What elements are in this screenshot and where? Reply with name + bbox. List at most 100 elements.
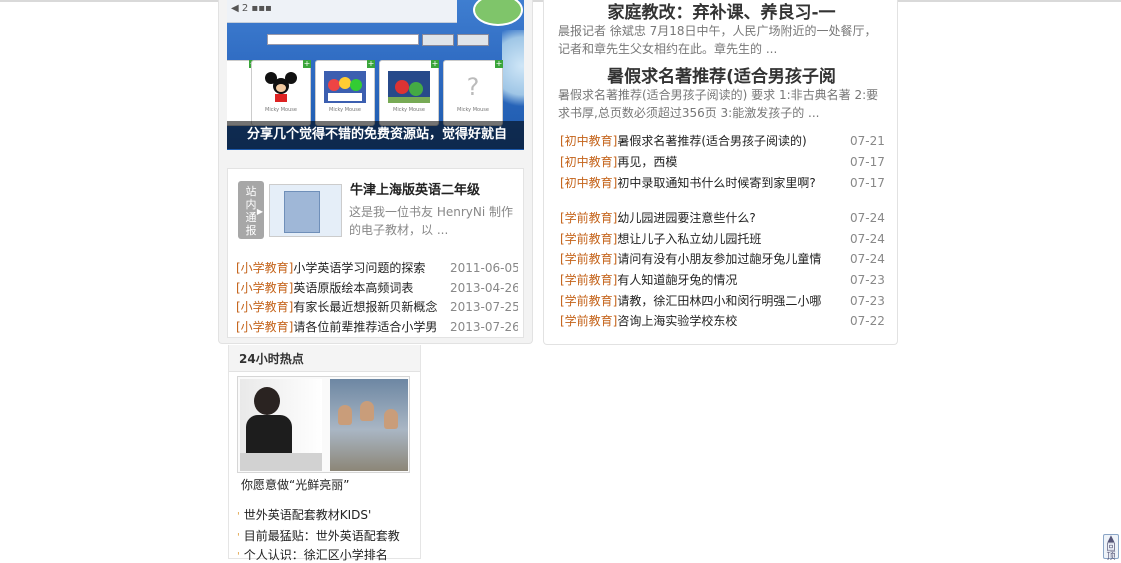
- headline-link[interactable]: 家庭教改：弃补课、养良习-一: [544, 0, 899, 23]
- book-cover-icon: [284, 191, 320, 233]
- article-date: 2013-07-25: [450, 300, 518, 314]
- banner-card: + ? Micky Mouse: [443, 60, 503, 126]
- banner-card: + Micky Mouse: [251, 60, 311, 126]
- article-link[interactable]: 再见，西模: [617, 155, 677, 169]
- category-link[interactable]: [初中教育]: [560, 134, 617, 148]
- category-link[interactable]: [小学教育]: [236, 261, 293, 275]
- hot-24h-panel: 24小时热点 你愿意做“光鲜亮丽” ' 世外英语配套教材KIDS' ' 目前最猛贴：…: [228, 345, 421, 562]
- plus-icon: +: [431, 59, 439, 68]
- child-figure: [338, 405, 352, 425]
- hot-caption-link[interactable]: 你愿意做“光鲜亮丽”: [241, 476, 349, 493]
- category-link[interactable]: [学前教育]: [560, 211, 617, 225]
- category-link[interactable]: [学前教育]: [560, 232, 617, 246]
- list-item: [小学教育]小学英语学习问题的探索 2011-06-05: [236, 258, 518, 278]
- triangle-right-icon: ▶: [256, 207, 263, 216]
- station-notice-badge: 站内通报 ▶: [238, 181, 264, 239]
- plus-icon: +: [303, 59, 311, 68]
- tree-decoration: [502, 30, 524, 120]
- notice-title-link[interactable]: 牛津上海版英语二年级: [350, 179, 480, 198]
- chrome-logo-icon: [473, 0, 523, 26]
- list-item: [小学教育]有家长最近想报新贝新概念 2013-07-25: [236, 297, 518, 317]
- category-link[interactable]: [学前教育]: [560, 294, 617, 308]
- hot-title: 24小时热点: [239, 352, 304, 366]
- article-date: 07-22: [850, 314, 885, 328]
- headline-link[interactable]: 暑假求名著推荐(适合男孩子阅: [544, 62, 899, 87]
- article-date: 07-24: [850, 232, 885, 246]
- headline-summary: 晨报记者 徐斌忠 7月18日中午，人民广场附近的一处餐厅，记者和章先生父女相约在…: [558, 24, 877, 56]
- article-date: 2011-06-05: [450, 261, 518, 275]
- category-link[interactable]: [小学教育]: [236, 300, 293, 314]
- hot-image-link[interactable]: [237, 376, 410, 473]
- back-to-top-button[interactable]: ▲ 回顶: [1103, 534, 1119, 562]
- list-item: [初中教育]暑假求名著推荐(适合男孩子阅读的) 07-21: [560, 131, 890, 151]
- list-item: [小学教育]请各位前辈推荐适合小学男 2013-07-26: [236, 317, 518, 337]
- article-date: 07-23: [850, 273, 885, 287]
- banner-caption-link[interactable]: 分享几个觉得不错的免费资源站，觉得好就自: [227, 121, 524, 149]
- hot-link-text[interactable]: 世外英语配套教材KIDS': [244, 508, 372, 522]
- card-label: Micky Mouse: [457, 107, 489, 113]
- banner-browser-bar: ◀ 2 ▪▪▪: [227, 0, 457, 23]
- category-link[interactable]: [小学教育]: [236, 320, 293, 334]
- article-link[interactable]: 小学英语学习问题的探索: [293, 261, 425, 275]
- category-link[interactable]: [初中教育]: [560, 155, 617, 169]
- article-link[interactable]: 咨询上海实验学校东校: [617, 314, 737, 328]
- list-item: [学前教育]有人知道龅牙兔的情况 07-23: [560, 270, 890, 290]
- article-link[interactable]: 英语原版绘本高频词表: [293, 281, 413, 295]
- hot-list-item[interactable]: ' 目前最猛贴：世外英语配套教: [237, 527, 417, 544]
- station-notice-box: 站内通报 ▶ 牛津上海版英语二年级 这是我一位书友 HenryNi 制作的电子教…: [227, 168, 524, 338]
- list-item: [初中教育]初中录取通知书什么时候寄到家里啊? 07-17: [560, 173, 890, 193]
- article-date: 07-17: [850, 155, 885, 169]
- article-date: 07-23: [850, 294, 885, 308]
- article-link[interactable]: 请教，徐汇田林四小和闵行明强二小哪: [617, 294, 821, 308]
- card-label: Micky Mouse: [393, 107, 425, 113]
- cartoon-group-icon: [324, 71, 366, 103]
- hot-header: 24小时热点: [229, 345, 420, 372]
- article-link[interactable]: 想让儿子入私立幼儿园托班: [617, 232, 761, 246]
- article-date: 2013-07-26: [450, 320, 518, 334]
- category-link[interactable]: [学前教育]: [560, 314, 617, 328]
- plus-icon: +: [495, 59, 503, 68]
- article-link[interactable]: 请问有没有小朋友参加过龅牙兔儿童情: [617, 252, 821, 266]
- category-link[interactable]: [初中教育]: [560, 176, 617, 190]
- list-item: [初中教育]再见，西模 07-17: [560, 152, 890, 172]
- article-link[interactable]: 请各位前辈推荐适合小学男: [293, 320, 437, 334]
- plus-icon: +: [367, 59, 375, 68]
- category-link[interactable]: [学前教育]: [560, 252, 617, 266]
- card-label: Micky Mouse: [329, 107, 361, 113]
- article-link[interactable]: 暑假求名著推荐(适合男孩子阅读的): [617, 134, 806, 148]
- article-link[interactable]: 有家长最近想报新贝新概念: [293, 300, 437, 314]
- right-column-panel: 家庭教改：弃补课、养良习-一 晨报记者 徐斌忠 7月18日中午，人民广场附近的一…: [543, 0, 898, 345]
- back-to-top-label: 回顶: [1106, 543, 1116, 562]
- notice-thumbnail[interactable]: [269, 184, 342, 237]
- article-date: 07-24: [850, 211, 885, 225]
- list-item: [学前教育]请问有没有小朋友参加过龅牙兔儿童情 07-24: [560, 249, 890, 269]
- banner-slideshow[interactable]: ◀ 2 ▪▪▪ + + Micky Mouse + Micky: [227, 0, 524, 150]
- banner-card: + Micky Mouse: [379, 60, 439, 126]
- classroom-photo: [330, 379, 408, 471]
- hot-link-text[interactable]: 个人认识：徐汇区小学排名: [244, 548, 388, 562]
- banner-search-box: [267, 34, 419, 45]
- hot-list-item[interactable]: ' 世外英语配套教材KIDS': [237, 506, 417, 523]
- child-figure: [360, 401, 374, 421]
- category-link[interactable]: [小学教育]: [236, 281, 293, 295]
- category-link[interactable]: [学前教育]: [560, 273, 617, 287]
- list-item: [小学教育]英语原版绘本高频词表 2013-04-26: [236, 278, 518, 298]
- article-link[interactable]: 有人知道龅牙兔的情况: [617, 273, 737, 287]
- banner-search-button: [422, 34, 454, 46]
- desk-shape: [240, 453, 322, 471]
- headline-summary: 暑假求名著推荐(适合男孩子阅读的) 要求 1:非古典名著 2:要求书厚,总页数必…: [558, 88, 879, 120]
- banner-search-button-2: [457, 34, 489, 46]
- banner-card: + Micky Mouse: [315, 60, 375, 126]
- article-link[interactable]: 初中录取通知书什么时候寄到家里啊?: [617, 176, 815, 190]
- hot-list-item[interactable]: ' 个人认识：徐汇区小学排名: [237, 546, 417, 563]
- article-date: 07-21: [850, 134, 885, 148]
- article-link[interactable]: 幼儿园进园要注意些什么?: [617, 211, 755, 225]
- mickey-mouse-icon: [265, 72, 297, 102]
- list-item: [学前教育]咨询上海实验学校东校 07-22: [560, 311, 890, 331]
- svg-text:?: ?: [467, 73, 480, 101]
- hot-link-text[interactable]: 目前最猛贴：世外英语配套教: [244, 529, 400, 543]
- woman-body-shape: [246, 415, 292, 457]
- bullet-icon: ': [237, 551, 240, 562]
- woman-hair-shape: [254, 387, 280, 415]
- article-date: 2013-04-26: [450, 281, 518, 295]
